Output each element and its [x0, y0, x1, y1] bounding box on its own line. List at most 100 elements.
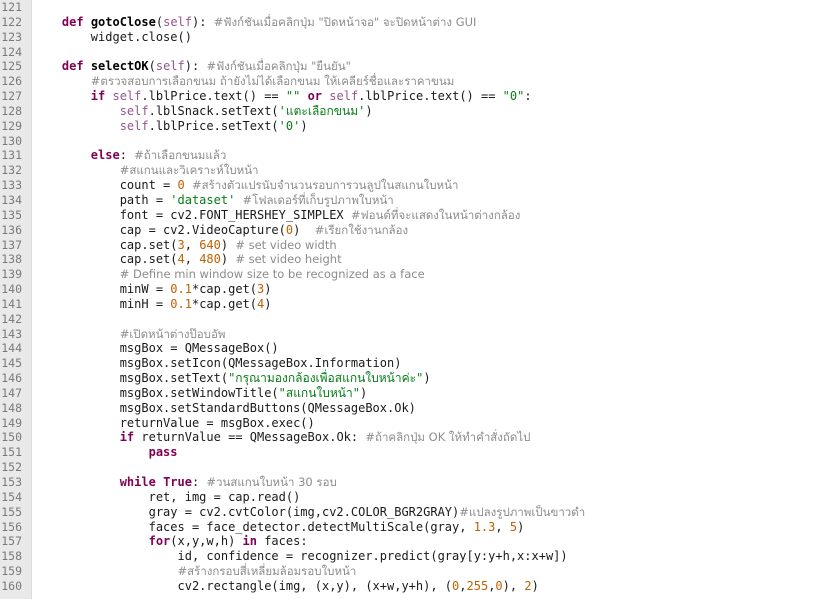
code-token: *cap.get( [191, 282, 257, 297]
code-line[interactable]: 158 id, confidence = recognizer.predict(… [0, 549, 835, 564]
code-text: cap.set(4, 480) # set video height [33, 252, 342, 267]
code-token: msgBox.setWindowTitle( [33, 385, 279, 400]
code-line[interactable]: 148 msgBox.setStandardButtons(QMessageBo… [0, 401, 835, 416]
code-token: 0 [495, 578, 503, 593]
code-line[interactable]: 146 msgBox.setText("กรุณามองกล้องเพื่อสแ… [0, 371, 835, 386]
code-line[interactable]: 153 while True: #วนสแกนใบหน้า 30 รอบ [0, 475, 835, 490]
code-line[interactable]: 137 cap.set(3, 640) # set video width [0, 238, 835, 253]
code-line[interactable]: 132 #สแกนและวิเคราะห์ใบหน้า [0, 163, 835, 178]
code-text: path = 'dataset' #โฟลเดอร์ที่เก็บรูปภาพใ… [33, 193, 394, 208]
code-token: cv2.rectangle(img, (x,y), (x+w,y+h), ( [33, 578, 453, 593]
code-token: self [329, 89, 359, 104]
code-line[interactable]: 142 [0, 312, 835, 327]
code-line[interactable]: 151 pass [0, 445, 835, 460]
code-line[interactable]: 135 font = cv2.FONT_HERSHEY_SIMPLEX #ฟอน… [0, 208, 835, 223]
code-text: msgBox.setStandardButtons(QMessageBox.Ok… [33, 401, 416, 416]
code-editor[interactable]: 121 122 def gotoClose(self): #ฟังก์ชันเมื… [0, 0, 835, 599]
code-token: ) [517, 519, 525, 534]
code-token: ) [300, 118, 308, 133]
code-line[interactable]: 145 msgBox.setIcon(QMessageBox.Informati… [0, 356, 835, 371]
code-line[interactable]: 160 cv2.rectangle(img, (x,y), (x+w,y+h),… [0, 579, 835, 594]
code-line[interactable]: 136 cap = cv2.VideoCapture(0) #เรียกใช้ง… [0, 223, 835, 238]
line-number: 159 [1, 564, 22, 579]
code-line[interactable]: 138 cap.set(4, 480) # set video height [0, 252, 835, 267]
code-token: widget.close() [33, 29, 192, 44]
code-token: #เรียกใช้งานกล้อง [314, 222, 409, 237]
code-line[interactable]: 124 [0, 45, 835, 60]
line-number: 142 [1, 311, 22, 326]
line-number: 143 [1, 326, 22, 341]
code-token: cap.set( [33, 252, 178, 267]
code-line[interactable]: 159 #สร้างกรอบสี่เหลี่ยมล้อมรอบใบหน้า [0, 564, 835, 579]
code-line[interactable]: 141 minH = 0.1*cap.get(4) [0, 297, 835, 312]
code-token: def [61, 59, 84, 74]
code-token: faces = face_detector.detectMultiScale(g… [33, 519, 474, 534]
code-line[interactable]: 122 def gotoClose(self): #ฟังก์ชันเมื่อค… [0, 15, 835, 30]
code-line[interactable]: 130 [0, 134, 835, 149]
line-number: 149 [1, 415, 22, 430]
code-line[interactable]: 129 self.lblPrice.setText('0') [0, 119, 835, 134]
line-number: 155 [1, 504, 22, 519]
code-line[interactable]: 127 if self.lblPrice.text() == "" or sel… [0, 89, 835, 104]
code-line[interactable]: 150 if returnValue == QMessageBox.Ok: #ถ… [0, 430, 835, 445]
code-line[interactable]: 156 faces = face_detector.detectMultiSca… [0, 520, 835, 535]
code-line[interactable]: 140 minW = 0.1*cap.get(3) [0, 282, 835, 297]
code-token: "" [285, 89, 301, 104]
code-token: ) [293, 222, 315, 237]
code-token: 0.1 [170, 296, 192, 311]
code-line[interactable]: 147 msgBox.setWindowTitle("สแกนใบหน้า") [0, 386, 835, 401]
line-number: 124 [1, 44, 22, 59]
code-token: True [163, 475, 192, 489]
code-text: cap = cv2.VideoCapture(0) #เรียกใช้งานกล… [33, 223, 408, 238]
code-line[interactable]: 134 path = 'dataset' #โฟลเดอร์ที่เก็บรูป… [0, 193, 835, 208]
code-text: faces = face_detector.detectMultiScale(g… [33, 519, 525, 535]
code-token: #ฟังก์ชันเมื่อคลิกปุ่ม "ปิดหน้าจอ" จะปิด… [213, 14, 477, 29]
code-line[interactable]: 126 #ตรวจสอบการเลือกขนม ถ้ายังไม่ได้เลือ… [0, 74, 835, 89]
line-number: 141 [1, 296, 22, 311]
code-text: # Define min window size to be recognize… [33, 267, 425, 282]
code-token: ) [423, 371, 431, 386]
code-token: self [119, 103, 149, 118]
code-line[interactable]: 144 msgBox = QMessageBox() [0, 341, 835, 356]
code-line[interactable]: 155 gray = cv2.cvtColor(img,cv2.COLOR_BG… [0, 505, 835, 520]
code-line[interactable]: 128 self.lblSnack.setText('แตะเลือกขนม') [0, 104, 835, 119]
code-token: , [459, 578, 467, 593]
code-line[interactable]: 139 # Define min window size to be recog… [0, 267, 835, 282]
code-text: id, confidence = recognizer.predict(gray… [33, 549, 567, 564]
code-token: ): [184, 59, 207, 74]
line-number: 125 [1, 59, 22, 74]
code-text: if returnValue == QMessageBox.Ok: #ถ้าคล… [33, 430, 531, 445]
code-line[interactable]: 131 else: #ถ้าเลือกขนมแล้ว [0, 148, 835, 163]
line-number: 136 [1, 222, 22, 237]
line-number: 139 [1, 267, 22, 282]
code-line[interactable]: 149 returnValue = msgBox.exec() [0, 416, 835, 431]
code-token: #สแกนและวิเคราะห์ใบหน้า [119, 163, 259, 178]
code-text: ret, img = cap.read() [33, 490, 301, 505]
code-line[interactable]: 121 [0, 0, 835, 15]
code-token: #ถ้าคลิกปุ่ม OK ให้ทำคำสั่งถัดไป [365, 430, 531, 445]
line-number: 151 [1, 445, 22, 460]
line-number: 137 [1, 237, 22, 252]
code-line[interactable]: 133 count = 0 #สร้างตัวแปรนับจำนวนรอบการ… [0, 178, 835, 193]
code-token: (x,y,w,h) [170, 534, 243, 549]
line-number: 126 [1, 74, 22, 89]
code-text: gray = cv2.cvtColor(img,cv2.COLOR_BGR2GR… [33, 505, 586, 520]
code-line[interactable]: 125 def selectOK(self): #ฟังก์ชันเมื่อคล… [0, 59, 835, 74]
code-line[interactable]: 152 [0, 460, 835, 475]
code-text: cap.set(3, 640) # set video width [33, 238, 337, 253]
code-lines: 121 122 def gotoClose(self): #ฟังก์ชันเมื… [0, 0, 835, 594]
code-token: cap.set( [33, 237, 178, 252]
code-line[interactable]: 157 for(x,y,w,h) in faces: [0, 534, 835, 549]
code-token: : [524, 89, 532, 104]
code-token: 255 [466, 578, 489, 593]
code-text: self.lblSnack.setText('แตะเลือกขนม') [33, 104, 373, 119]
line-number: 135 [1, 207, 22, 222]
code-line[interactable]: 154 ret, img = cap.read() [0, 490, 835, 505]
code-line[interactable]: 123 widget.close() [0, 30, 835, 45]
code-line[interactable]: 143 #เปิดหน้าต่างป๊อบอัพ [0, 327, 835, 342]
code-token: font = cv2.FONT_HERSHEY_SIMPLEX [33, 207, 351, 222]
